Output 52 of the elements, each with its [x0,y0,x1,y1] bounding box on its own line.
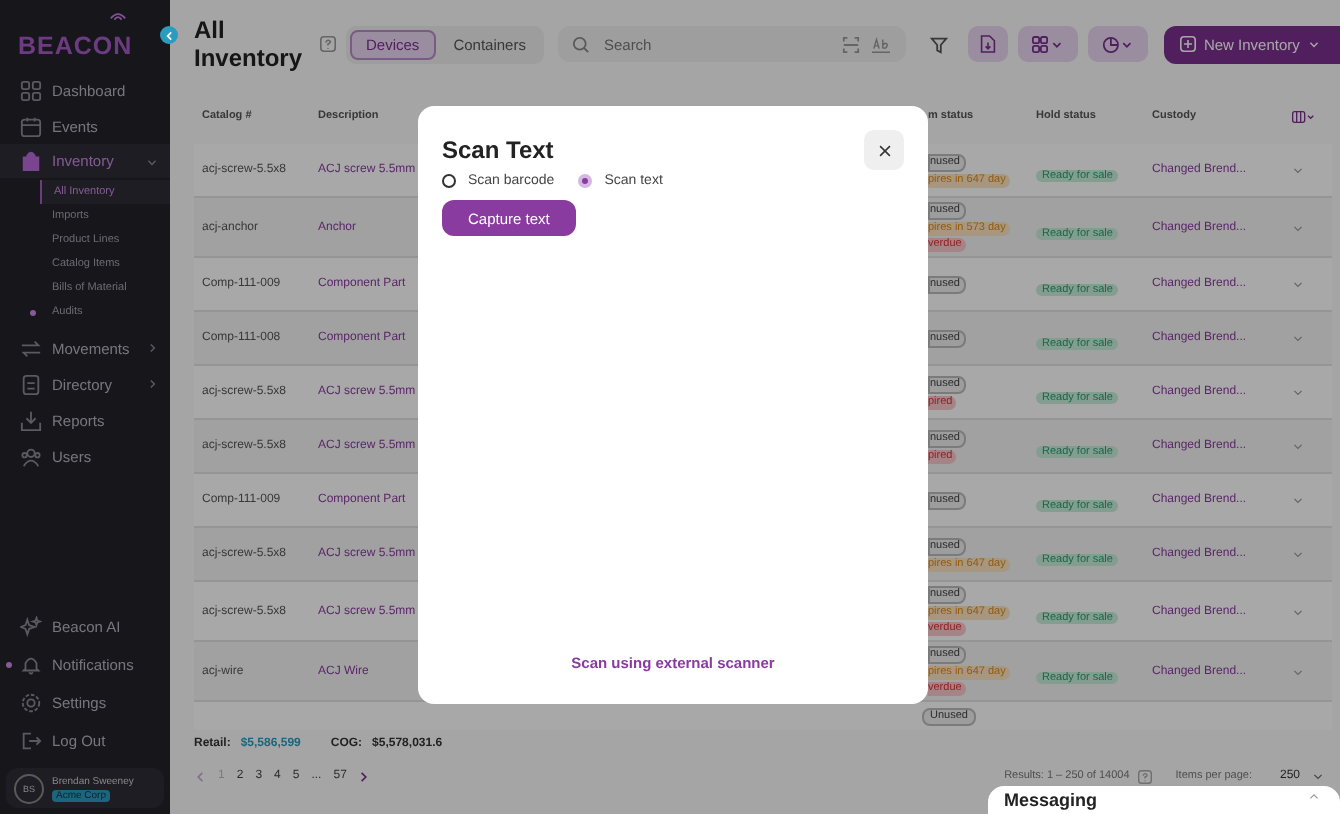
expand-row-icon[interactable] [1292,665,1304,677]
filter-icon[interactable] [929,35,948,53]
download-tray-icon [20,409,42,431]
chevron-right-icon [146,342,158,354]
messaging-title: Messaging [1004,790,1098,810]
grid-caret-icon [1031,35,1064,53]
column-settings-icon[interactable] [1292,109,1316,123]
layout-menu-button[interactable] [1017,26,1078,62]
close-icon [877,143,891,157]
scan-frame-icon[interactable] [841,35,860,53]
expand-row-icon[interactable] [1292,221,1304,233]
dialog-title: Scan Text [442,136,554,164]
settings-icon [20,691,42,713]
plus-square-icon [1179,36,1196,52]
bell-icon [20,653,42,675]
radio-button[interactable] [442,174,456,188]
export-button[interactable] [967,26,1008,62]
close-button[interactable] [864,130,904,170]
page-title: All Inventory [194,16,305,72]
chevron-left-icon [163,29,175,41]
pie-chart-caret-icon [1101,35,1134,53]
shopping-bag-icon [20,150,42,172]
document-icon [20,373,42,395]
expand-row-icon[interactable] [1292,605,1304,617]
swap-arrows-icon [20,337,42,359]
expand-row-icon[interactable] [1292,164,1304,176]
help-icon[interactable] [320,36,336,52]
expand-row-icon[interactable] [1292,548,1304,560]
users-icon [20,445,42,467]
expand-row-icon[interactable] [1292,332,1304,344]
text-recognition-icon[interactable] [869,35,892,53]
search-icon [571,35,590,53]
expand-row-icon[interactable] [1292,386,1304,398]
sparkles-icon [20,615,42,637]
chevron-right-icon [146,378,158,390]
dashboard-grid-icon [20,79,42,101]
expand-row-icon[interactable] [1292,440,1304,452]
previous-page-icon[interactable] [194,769,208,783]
expand-row-icon[interactable] [1292,278,1304,290]
next-page-icon[interactable] [356,769,371,783]
caret-down-icon [1312,770,1324,782]
collapse-sidebar-button[interactable] [160,26,178,44]
expand-row-icon[interactable] [1292,494,1304,506]
messaging-panel[interactable]: Messaging [988,786,1340,814]
help-icon[interactable] [1137,769,1152,783]
chevron-down-icon [146,155,158,167]
logout-icon [20,729,42,751]
chevron-up-icon[interactable] [1308,790,1320,802]
caret-down-icon [1307,38,1320,50]
document-download-icon [979,34,996,54]
chart-menu-button[interactable] [1087,26,1148,62]
calendar-icon [20,115,42,137]
